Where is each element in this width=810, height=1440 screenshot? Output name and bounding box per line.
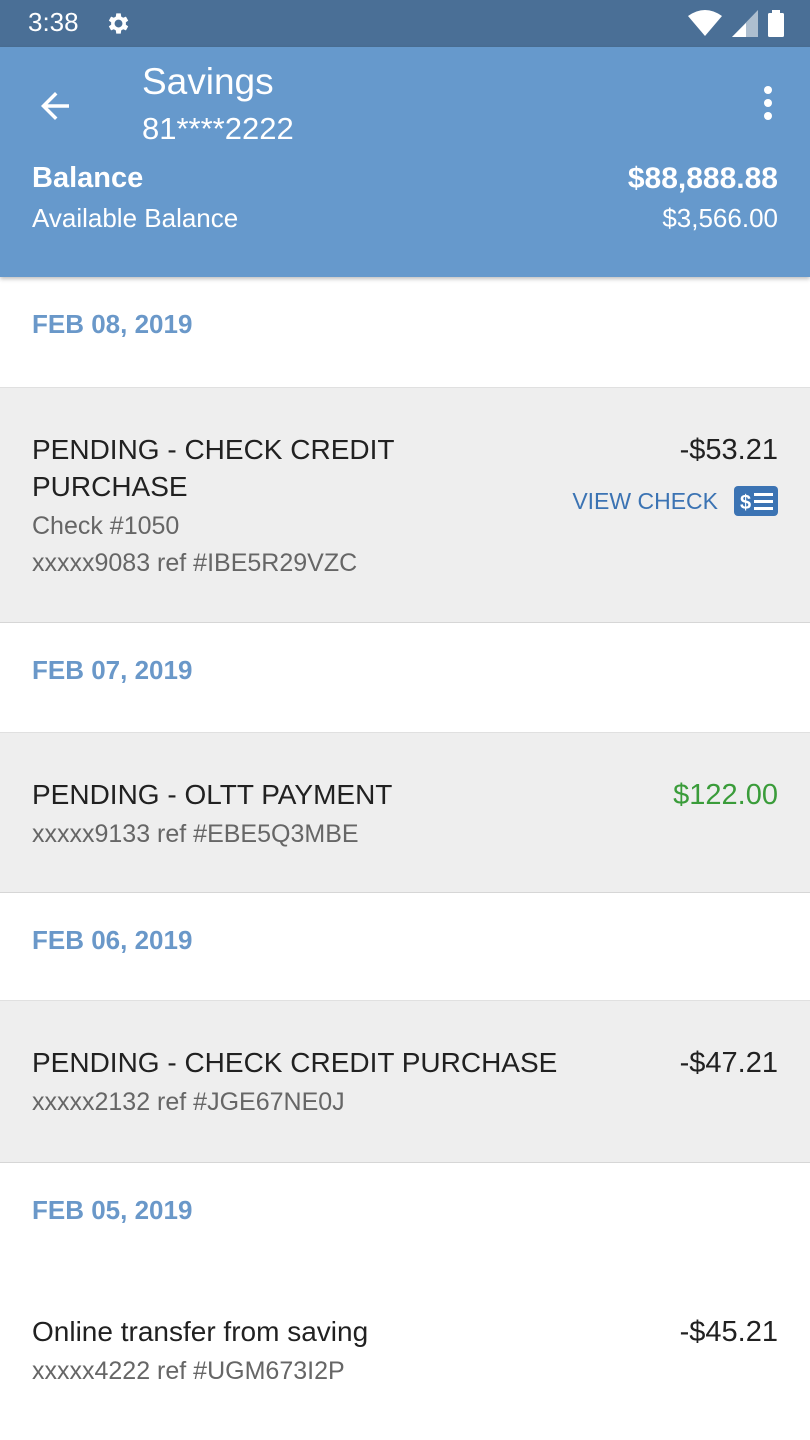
app-bar: Savings 81****2222 Balance $88,888.88 Av…	[0, 47, 810, 277]
date-header: FEB 08, 2019	[32, 309, 193, 339]
available-balance-label: Available Balance	[32, 203, 239, 233]
view-check-label: VIEW CHECK	[572, 487, 718, 514]
transaction-ref: xxxxx2132 ref #JGE67NE0J	[32, 1088, 345, 1116]
wifi-icon	[688, 10, 722, 36]
transaction-description: PENDING - CHECK CREDIT PURCHASE	[32, 1047, 558, 1078]
transaction-row[interactable]: PENDING - CHECK CREDIT PURCHASE xxxxx213…	[0, 1000, 810, 1162]
more-vert-icon[interactable]	[754, 83, 782, 127]
transaction-ref: xxxxx9133 ref #EBE5Q3MBE	[32, 820, 359, 848]
transaction-row[interactable]: Online transfer from saving xxxxx4222 re…	[0, 1270, 810, 1430]
transaction-list: FEB 08, 2019 PENDING - CHECK CREDIT PURC…	[0, 277, 810, 1430]
page-title: Savings	[142, 61, 274, 102]
svg-text:$: $	[740, 492, 751, 514]
transaction-ref: xxxxx4222 ref #UGM673I2P	[32, 1357, 345, 1385]
date-header: FEB 07, 2019	[0, 622, 810, 732]
status-time: 3:38	[28, 7, 79, 37]
signal-icon	[732, 10, 758, 37]
view-check-button[interactable]: VIEW CHECK $	[572, 486, 778, 516]
back-arrow-icon[interactable]	[34, 85, 76, 127]
available-balance-value: $3,566.00	[662, 203, 778, 233]
date-header: FEB 05, 2019	[0, 1162, 810, 1270]
status-bar: 3:38	[0, 0, 810, 47]
balance-value: $88,888.88	[627, 162, 778, 195]
transaction-amount: -$47.21	[679, 1047, 778, 1079]
transaction-amount: -$45.21	[679, 1316, 778, 1348]
check-icon: $	[734, 486, 778, 516]
battery-icon	[768, 10, 784, 37]
transaction-description-line2: PURCHASE	[32, 471, 188, 502]
transaction-amount: $122.00	[673, 779, 778, 811]
transaction-ref: xxxxx9083 ref #IBE5R29VZC	[32, 549, 358, 577]
transaction-description: Online transfer from saving	[32, 1316, 369, 1347]
transaction-amount: -$53.21	[679, 434, 778, 466]
check-number: Check #1050	[32, 512, 180, 540]
balance-label: Balance	[32, 162, 144, 194]
account-number: 81****2222	[142, 111, 294, 146]
transaction-row[interactable]: PENDING - CHECK CREDIT PURCHASE Check #1…	[0, 387, 810, 622]
transaction-row[interactable]: PENDING - OLTT PAYMENT xxxxx9133 ref #EB…	[0, 732, 810, 892]
date-header: FEB 06, 2019	[0, 892, 810, 1000]
transaction-description: PENDING - CHECK CREDIT	[32, 434, 395, 465]
transaction-description: PENDING - OLTT PAYMENT	[32, 779, 393, 810]
settings-icon	[108, 13, 129, 34]
